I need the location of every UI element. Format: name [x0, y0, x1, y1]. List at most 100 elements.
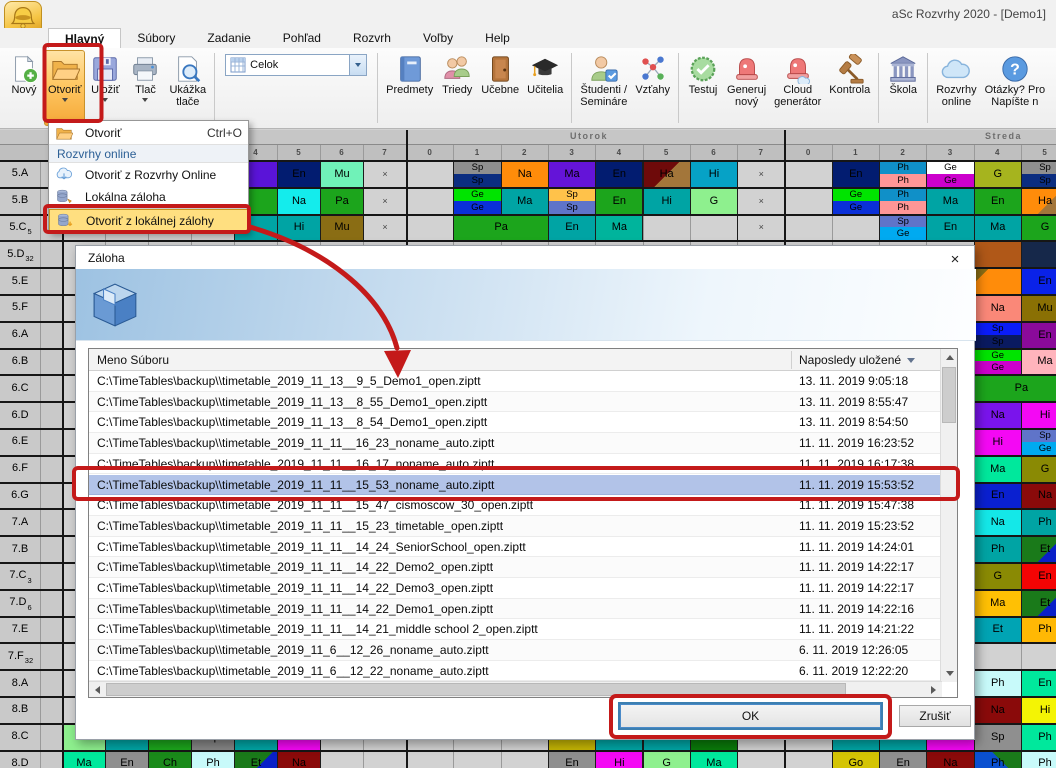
timetable-cell[interactable]: Ma: [548, 160, 596, 188]
timetable-cell[interactable]: ×: [737, 214, 785, 242]
file-row[interactable]: C:\TimeTables\backup\\timetable_2019_11_…: [89, 557, 941, 578]
timetable-cell[interactable]: Go: [832, 750, 880, 768]
timetable-cell[interactable]: En: [1021, 669, 1056, 697]
close-icon[interactable]: ×: [946, 250, 964, 268]
file-row[interactable]: C:\TimeTables\backup\\timetable_2019_11_…: [89, 640, 941, 661]
save-button[interactable]: Uložiť: [85, 50, 125, 126]
timetable-cell[interactable]: ×: [363, 187, 407, 215]
print-button[interactable]: Tlač: [125, 50, 165, 126]
timetable-cell[interactable]: Ma: [595, 214, 643, 242]
file-row[interactable]: C:\TimeTables\backup\\timetable_2019_11_…: [89, 454, 941, 475]
timetable-cell[interactable]: Na: [926, 750, 974, 768]
timetable-cell[interactable]: Ma: [1021, 348, 1056, 376]
timetable-cell[interactable]: En: [277, 160, 321, 188]
timetable-cell[interactable]: ×: [363, 214, 407, 242]
scroll-right-icon[interactable]: [925, 682, 942, 698]
cancel-button[interactable]: Zrušiť: [899, 705, 971, 727]
timetable-cell[interactable]: En: [1021, 562, 1056, 590]
timetable-cell[interactable]: G: [690, 187, 738, 215]
timetable-cell[interactable]: En: [595, 187, 643, 215]
check-button[interactable]: Kontrola: [825, 50, 874, 126]
timetable-cell[interactable]: SpSp: [974, 321, 1022, 349]
horizontal-scrollbar-thumb[interactable]: [106, 683, 846, 696]
timetable-cell[interactable]: ×: [737, 160, 785, 188]
timetable-cell[interactable]: Ph: [1021, 508, 1056, 536]
tab-súbory[interactable]: Súbory: [121, 28, 191, 48]
timetable-cell[interactable]: Hi: [277, 214, 321, 242]
timetable-cell[interactable]: Hi: [643, 187, 691, 215]
timetables-online-button[interactable]: Rozvrhyonline: [932, 50, 980, 126]
teachers-button[interactable]: Učitelia: [523, 50, 567, 126]
menu-item-local-backup[interactable]: Lokálna záloha: [49, 186, 248, 209]
timetable-cell[interactable]: Ma: [974, 589, 1022, 617]
timetable-cell[interactable]: En: [548, 214, 596, 242]
timetable-cell[interactable]: Na: [974, 401, 1022, 429]
timetable-cell[interactable]: Ma: [926, 187, 974, 215]
tab-voľby[interactable]: Voľby: [407, 28, 469, 48]
timetable-cell[interactable]: Mu: [320, 160, 364, 188]
timetable-cell[interactable]: Ph: [1021, 723, 1056, 751]
timetable-cell[interactable]: Ha: [1021, 187, 1056, 215]
timetable-cell[interactable]: Ph: [1021, 616, 1056, 644]
scroll-up-icon[interactable]: [941, 349, 958, 366]
timetable-cell[interactable]: Hi: [974, 428, 1022, 456]
menu-item-open-local-backup[interactable]: Otvoriť z lokálnej zálohy: [49, 209, 248, 233]
test-button[interactable]: Testuj: [683, 50, 723, 126]
menu-item-open[interactable]: OtvoriťCtrl+O: [49, 121, 248, 144]
timetable-cell[interactable]: G: [974, 562, 1022, 590]
file-row[interactable]: C:\TimeTables\backup\\timetable_2019_11_…: [89, 516, 941, 537]
generate-new-button[interactable]: Generujnový: [723, 50, 770, 126]
column-header-saved[interactable]: Naposledy uložené: [799, 353, 901, 367]
classes-button[interactable]: Triedy: [437, 50, 477, 126]
scroll-down-icon[interactable]: [941, 665, 958, 682]
timetable-cell[interactable]: Ph: [974, 535, 1022, 563]
timetable-cell[interactable]: En: [974, 187, 1022, 215]
students-seminars-button[interactable]: Študenti /Semináre: [576, 50, 631, 126]
new-button[interactable]: Nový: [4, 50, 44, 126]
print-preview-button[interactable]: Ukážkatlače: [165, 50, 210, 126]
timetable-cell[interactable]: PhPh: [879, 160, 927, 188]
timetable-cell[interactable]: ×: [363, 160, 407, 188]
chevron-down-icon[interactable]: [349, 55, 366, 75]
timetable-cell[interactable]: En: [926, 214, 974, 242]
timetable-cell[interactable]: En: [595, 160, 643, 188]
timetable-cell[interactable]: Ph: [191, 750, 235, 768]
timetable-cell[interactable]: Hi: [595, 750, 643, 768]
open-button[interactable]: Otvoriť: [44, 50, 85, 126]
timetable-cell[interactable]: Na: [1021, 482, 1056, 510]
timetable-cell[interactable]: Pa: [974, 374, 1056, 402]
timetable-cell[interactable]: En: [974, 482, 1022, 510]
timetable-cell[interactable]: Na: [277, 187, 321, 215]
file-row[interactable]: C:\TimeTables\backup\\timetable_2019_11_…: [89, 578, 941, 599]
timetable-cell[interactable]: Sp: [974, 723, 1022, 751]
file-row[interactable]: C:\TimeTables\backup\\timetable_2019_11_…: [89, 619, 941, 640]
sort-desc-icon[interactable]: [907, 358, 915, 363]
timetable-cell[interactable]: G: [643, 750, 691, 768]
menu-item-open-online[interactable]: Otvoriť z Rozvrhy Online: [49, 163, 248, 186]
timetable-cell[interactable]: Ha: [643, 160, 691, 188]
timetable-cell[interactable]: GeGe: [926, 160, 974, 188]
school-button[interactable]: Škola: [883, 50, 923, 126]
timetable-cell[interactable]: Na: [974, 294, 1022, 322]
timetable-cell[interactable]: Na: [974, 508, 1022, 536]
timetable-cell[interactable]: G: [1021, 214, 1056, 242]
relations-button[interactable]: Vzťahy: [631, 50, 674, 126]
timetable-cell[interactable]: Mu: [1021, 294, 1056, 322]
timetable-cell[interactable]: [974, 240, 1022, 268]
timetable-cell[interactable]: Ma: [62, 750, 106, 768]
timetable-cell[interactable]: PhPh: [879, 187, 927, 215]
timetable-cell[interactable]: Et: [974, 616, 1022, 644]
timetable-cell[interactable]: GeGe: [974, 348, 1022, 376]
timetable-cell[interactable]: [1021, 240, 1056, 268]
timetable-cell[interactable]: Ph: [1021, 750, 1056, 768]
timetable-cell[interactable]: Hi: [1021, 696, 1056, 724]
timetable-cell[interactable]: Et: [1021, 535, 1056, 563]
vertical-scrollbar-thumb[interactable]: [942, 367, 956, 423]
timetable-cell[interactable]: Ma: [690, 750, 738, 768]
file-row[interactable]: C:\TimeTables\backup\\timetable_2019_11_…: [89, 371, 941, 392]
timetable-cell[interactable]: Na: [501, 160, 549, 188]
timetable-cell[interactable]: ×: [737, 187, 785, 215]
timetable-cell[interactable]: Mu: [320, 214, 364, 242]
timetable-cell[interactable]: Et: [234, 750, 278, 768]
file-row[interactable]: C:\TimeTables\backup\\timetable_2019_11_…: [89, 495, 941, 516]
